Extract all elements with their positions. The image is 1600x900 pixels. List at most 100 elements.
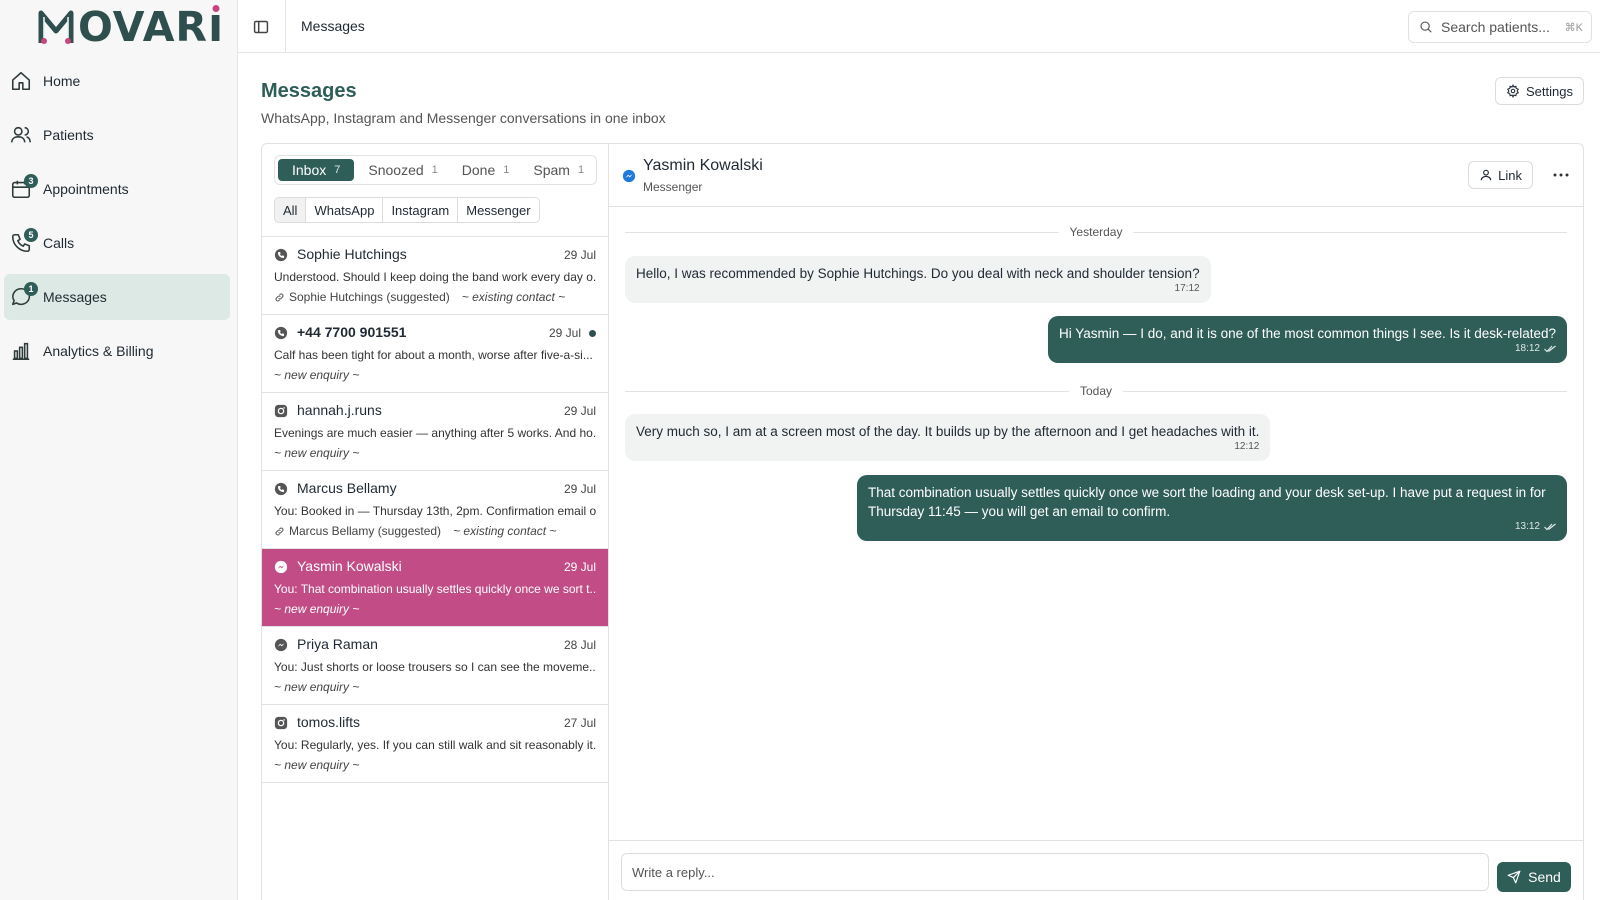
conversation-preview: Evenings are much easier — anything afte… [274,426,596,440]
conversation-meta: ~ new enquiry ~ [274,602,359,616]
suggested-contact-link[interactable]: Marcus Bellamy (suggested) [274,524,441,538]
message-text: Very much so, I am at a screen most of t… [636,424,1260,439]
conversation-list: Sophie Hutchings 29 Jul Understood. Shou… [262,236,608,783]
sidebar-item-label: Analytics & Billing [43,343,154,359]
message-text: Hi Yasmin — I do, and it is one of the m… [1059,326,1556,341]
settings-button[interactable]: Settings [1495,77,1584,105]
message-bubble-incoming: Hello, I was recommended by Sophie Hutch… [625,256,1211,303]
sidebar-toggle-icon[interactable] [250,16,272,38]
messages-badge: 1 [24,282,38,296]
chat-panel: Yasmin Kowalski Messenger Link Yesterday… [608,143,1584,900]
conversation-item[interactable]: tomos.lifts 27 Jul You: Regularly, yes. … [262,705,608,783]
contact-status-tag: ~ new enquiry ~ [274,758,360,772]
contact-status-tag: ~ new enquiry ~ [274,680,360,694]
message-text: Hello, I was recommended by Sophie Hutch… [636,266,1200,281]
sidebar-item-calls[interactable]: 5 Calls [4,220,230,266]
messenger-icon [274,560,288,574]
conversation-item[interactable]: Marcus Bellamy 29 Jul You: Booked in — T… [262,471,608,549]
chat-contact-name: Yasmin Kowalski [643,157,763,174]
sidebar-item-messages[interactable]: 1 Messages [4,274,230,320]
filter-whatsapp[interactable]: WhatsApp [306,198,384,222]
link-label: Link [1498,167,1522,183]
more-options-button[interactable] [1549,164,1573,186]
conversation-item-selected[interactable]: Yasmin Kowalski 29 Jul You: That combina… [262,549,608,627]
conversation-item[interactable]: Sophie Hutchings 29 Jul Understood. Shou… [262,237,608,315]
logo-letters: OVAR [78,2,209,51]
sidebar-item-label: Patients [43,127,94,143]
conversation-item[interactable]: Priya Raman 28 Jul You: Just shorts or l… [262,627,608,705]
link-contact-button[interactable]: Link [1468,161,1533,189]
conversation-meta: ~ new enquiry ~ [274,368,359,382]
sidebar-item-label: Calls [43,235,75,251]
double-check-icon [1544,345,1556,352]
tab-count: 1 [431,164,438,176]
conversation-name: Marcus Bellamy [297,480,397,496]
appointments-badge: 3 [24,174,38,188]
page-title: Messages [261,80,357,102]
conversation-item[interactable]: hannah.j.runs 29 Jul Evenings are much e… [262,393,608,471]
message-time: 18:12 [1515,339,1556,358]
tab-done[interactable]: Done 1 [452,159,520,181]
message-bubble-outgoing: Hi Yasmin — I do, and it is one of the m… [1048,316,1567,363]
conversation-name: Yasmin Kowalski [297,558,402,574]
status-tabs: Inbox 7 Snoozed 1 Done 1 Spam 1 [274,155,597,185]
whatsapp-icon [274,326,288,340]
conversation-date: 29 Jul [548,326,581,340]
sidebar-item-analytics-billing[interactable]: Analytics & Billing [4,328,230,374]
conversation-date: 27 Jul [563,716,596,730]
sidebar-item-home[interactable]: Home [4,58,230,104]
conversation-meta: Marcus Bellamy (suggested) ~ existing co… [274,524,556,538]
reply-input[interactable] [621,853,1489,891]
instagram-icon [274,404,288,418]
tab-label: Done [461,162,496,178]
patient-search[interactable]: ⌘K [1408,11,1592,43]
conversation-preview: You: Booked in — Thursday 13th, 2pm. Con… [274,504,596,518]
conversation-item[interactable]: +44 7700 901551 29 Jul Calf has been tig… [262,315,608,393]
user-icon [1479,168,1498,182]
contact-status-tag: ~ existing contact ~ [453,524,557,538]
conversation-date: 29 Jul [563,482,596,496]
tab-count: 7 [334,164,341,176]
sidebar-item-label: Appointments [43,181,129,197]
sidebar-item-patients[interactable]: Patients [4,112,230,158]
message-time: 12:12 [1234,441,1260,452]
tab-inbox[interactable]: Inbox 7 [278,159,355,181]
conversation-date: 29 Jul [563,248,596,262]
search-input[interactable] [1441,19,1561,35]
double-check-icon [1544,523,1556,530]
message-text: That combination usually settles quickly… [868,485,1546,519]
sidebar-item-appointments[interactable]: 3 Appointments [4,166,230,212]
sidebar-item-label: Messages [43,289,107,305]
logo-i: I [208,2,225,51]
app-logo[interactable]: OVAR I [36,4,224,50]
instagram-icon [274,716,288,730]
filter-instagram[interactable]: Instagram [383,198,459,222]
conversation-name: Sophie Hutchings [297,246,407,262]
conversation-list-panel: Inbox 7 Snoozed 1 Done 1 Spam 1 All WhatsApp… [261,143,608,900]
day-separator: Today [625,383,1567,399]
conversation-date: 29 Jul [563,404,596,418]
conversation-name: +44 7700 901551 [297,324,407,340]
tab-label: Spam [533,162,570,178]
more-options-icon [1553,173,1569,177]
suggested-contact-link[interactable]: Sophie Hutchings (suggested) [274,290,450,304]
contact-status-tag: ~ new enquiry ~ [274,446,360,460]
conversation-meta: ~ new enquiry ~ [274,758,359,772]
tab-label: Inbox [292,162,327,178]
tab-spam[interactable]: Spam 1 [523,159,594,181]
top-bar: Messages ⌘K [238,0,1600,53]
filter-messenger[interactable]: Messenger [458,198,539,222]
conversation-name: Priya Raman [297,636,378,652]
tab-count: 1 [577,164,585,176]
reply-composer: Send [609,840,1583,900]
conversation-meta: ~ new enquiry ~ [274,680,359,694]
page-subtitle: WhatsApp, Instagram and Messenger conver… [261,110,666,126]
filter-all[interactable]: All [275,198,307,222]
users-icon [10,124,32,146]
search-shortcut: ⌘K [1564,22,1583,34]
suggested-contact-label: Marcus Bellamy (suggested) [289,524,442,538]
send-button[interactable]: Send [1497,862,1571,892]
breadcrumb-title: Messages [301,18,365,34]
tab-snoozed[interactable]: Snoozed 1 [358,159,447,181]
message-time: 13:12 [1515,517,1556,536]
